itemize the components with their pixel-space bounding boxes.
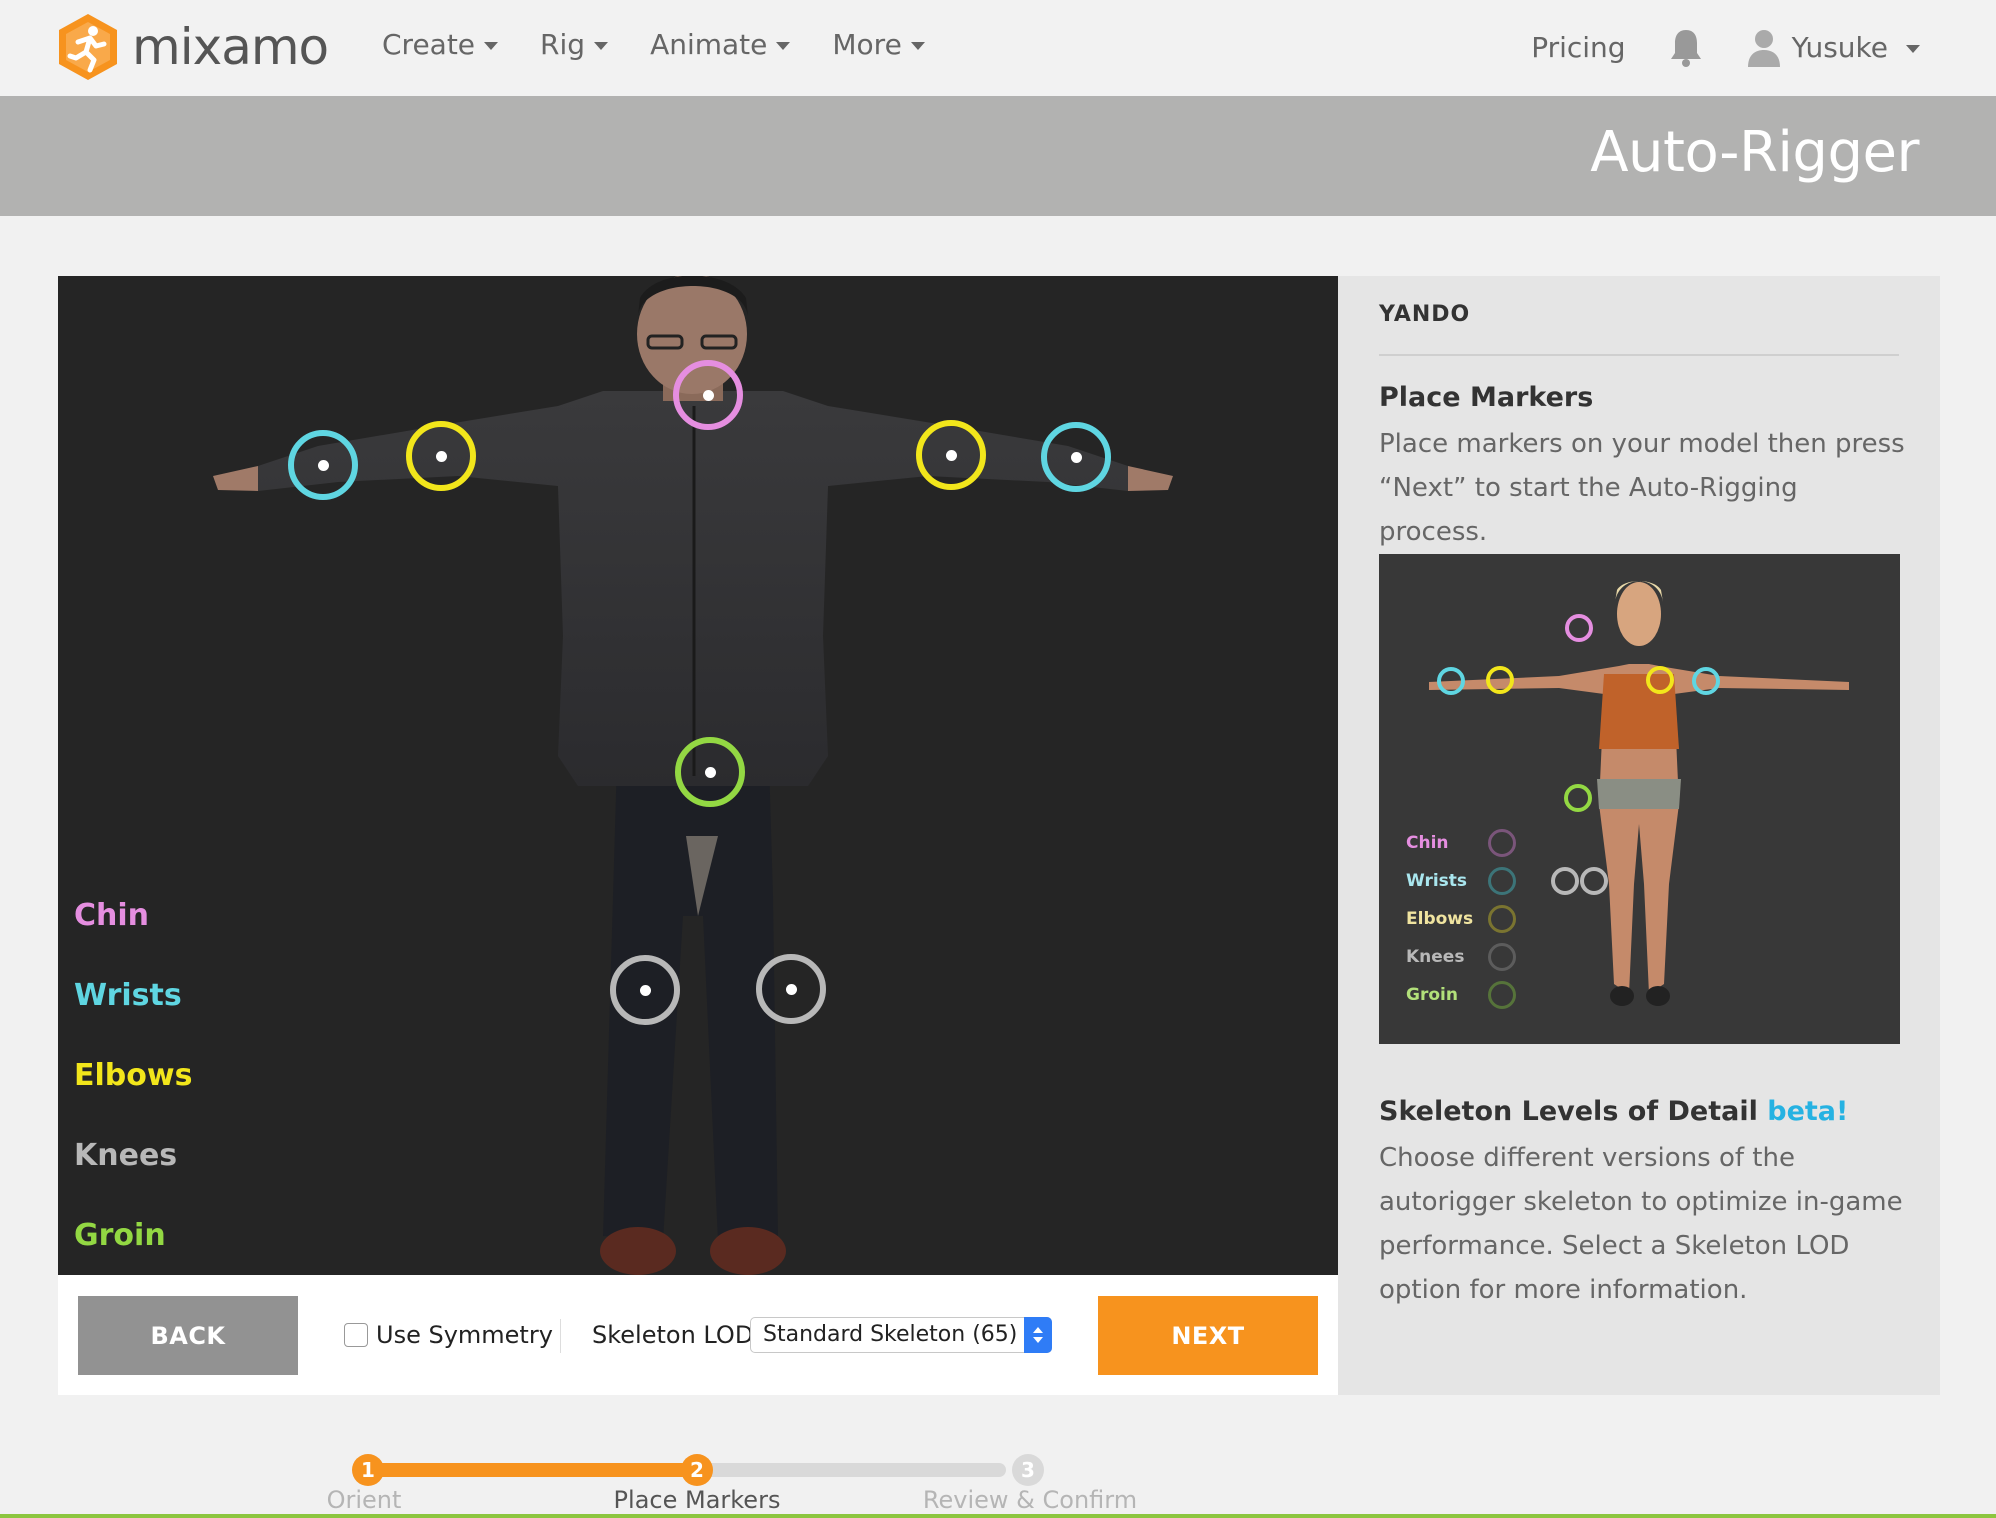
controls-divider	[560, 1319, 561, 1353]
user-avatar-icon	[1747, 30, 1780, 67]
step-2-indicator: 2	[681, 1454, 713, 1486]
page-title: Auto-Rigger	[1590, 120, 1919, 185]
ref-legend-knees: Knees	[1406, 947, 1465, 967]
step-1-indicator: 1	[352, 1454, 384, 1486]
chevron-down-icon	[776, 42, 791, 50]
left-wrist-marker[interactable]	[288, 430, 358, 500]
step-3-label: Review & Confirm	[922, 1486, 1138, 1514]
nav-rig-label: Rig	[540, 28, 586, 61]
ref-legend-row: Knees	[1406, 938, 1516, 976]
user-name: Yusuke	[1791, 30, 1888, 64]
step-progress: 1 2 3 Orient Place Markers Review & Conf…	[327, 1445, 1137, 1515]
chevron-down-icon	[910, 42, 925, 50]
legend-chin: Chin	[74, 898, 150, 933]
marker-legend: Chin Wrists Elbows Knees Groin	[74, 876, 192, 1275]
right-knee-marker[interactable]	[756, 954, 826, 1024]
next-button[interactable]: NEXT	[1098, 1296, 1318, 1375]
ref-legend-groin-ring	[1488, 981, 1516, 1009]
bell-icon[interactable]	[1666, 26, 1706, 68]
reference-legend: Chin Wrists Elbows Knees Groin	[1406, 824, 1516, 1014]
bottom-accent-line	[0, 1514, 1996, 1518]
ref-legend-row: Groin	[1406, 976, 1516, 1014]
right-wrist-marker[interactable]	[1041, 422, 1111, 492]
mixamo-logo-icon	[59, 14, 117, 80]
step-3-indicator: 3	[1012, 1454, 1044, 1486]
ref-left-wrist-marker	[1437, 667, 1465, 695]
nav-animate[interactable]: Animate	[650, 28, 791, 61]
ref-left-knee-marker	[1551, 867, 1579, 895]
ref-right-knee-marker	[1580, 867, 1608, 895]
logo-wordmark: mixamo	[132, 18, 329, 76]
legend-knees: Knees	[74, 1138, 178, 1173]
ref-legend-row: Chin	[1406, 824, 1516, 862]
ref-legend-chin: Chin	[1406, 833, 1449, 853]
skeleton-lod-select[interactable]: Standard Skeleton (65)	[750, 1317, 1052, 1353]
left-elbow-marker[interactable]	[406, 421, 476, 491]
ref-left-elbow-marker	[1486, 666, 1514, 694]
mixamo-logo[interactable]: mixamo	[56, 12, 329, 82]
panel-divider	[1379, 354, 1899, 356]
ref-legend-chin-ring	[1488, 829, 1516, 857]
model-name: YANDO	[1379, 302, 1471, 327]
nav-more-label: More	[832, 28, 902, 61]
nav-create[interactable]: Create	[382, 28, 499, 61]
ref-legend-row: Elbows	[1406, 900, 1516, 938]
nav-create-label: Create	[382, 28, 476, 61]
lod-heading: Skeleton Levels of Detail beta!	[1379, 1096, 1848, 1127]
page-header-band: Auto-Rigger	[0, 96, 1996, 216]
rig-controls: BACK Use Symmetry Skeleton LOD Standard …	[58, 1275, 1338, 1395]
chin-marker[interactable]	[673, 360, 743, 430]
groin-marker[interactable]	[675, 737, 745, 807]
lod-description: Choose different versions of the autorig…	[1379, 1143, 1903, 1305]
ref-legend-wrists-ring	[1488, 867, 1516, 895]
main-menu: Create Rig Animate More	[382, 28, 967, 61]
use-symmetry-checkbox[interactable]	[344, 1323, 368, 1347]
beta-badge: beta!	[1767, 1096, 1849, 1127]
select-stepper-icon	[1024, 1317, 1052, 1353]
pricing-link[interactable]: Pricing	[1531, 31, 1625, 64]
left-knee-marker[interactable]	[610, 955, 680, 1025]
ref-legend-row: Wrists	[1406, 862, 1516, 900]
legend-groin: Groin	[74, 1218, 166, 1253]
ref-right-wrist-marker	[1692, 667, 1720, 695]
progress-fill	[366, 1463, 700, 1477]
chevron-down-icon	[1906, 44, 1920, 53]
skeleton-lod-label: Skeleton LOD	[592, 1321, 754, 1349]
chevron-down-icon	[484, 42, 499, 50]
ref-legend-groin: Groin	[1406, 985, 1458, 1005]
right-elbow-marker[interactable]	[916, 420, 986, 490]
user-menu[interactable]: Yusuke	[1746, 27, 1920, 67]
skeleton-lod-value: Standard Skeleton (65)	[763, 1322, 1018, 1347]
legend-elbows: Elbows	[74, 1058, 193, 1093]
nav-rig[interactable]: Rig	[540, 28, 609, 61]
legend-wrists: Wrists	[74, 978, 182, 1013]
use-symmetry-label: Use Symmetry	[376, 1321, 553, 1349]
chevron-down-icon	[594, 42, 609, 50]
nav-more[interactable]: More	[832, 28, 925, 61]
ref-right-elbow-marker	[1646, 666, 1674, 694]
model-viewport[interactable]: Chin Wrists Elbows Knees Groin	[58, 276, 1338, 1275]
lod-heading-text: Skeleton Levels of Detail	[1379, 1096, 1758, 1127]
back-button[interactable]: BACK	[78, 1296, 298, 1375]
use-symmetry-toggle[interactable]: Use Symmetry	[344, 1321, 553, 1349]
ref-groin-marker	[1564, 784, 1592, 812]
ref-legend-elbows: Elbows	[1406, 909, 1474, 929]
top-nav: mixamo Create Rig Animate More Pricing Y…	[0, 0, 1996, 96]
step-2-label: Place Markers	[613, 1486, 781, 1514]
reference-image: Chin Wrists Elbows Knees Groin	[1379, 554, 1900, 1044]
ref-chin-marker	[1565, 614, 1593, 642]
ref-legend-knees-ring	[1488, 943, 1516, 971]
nav-right: Pricing Yusuke	[1531, 26, 1920, 68]
step-1-label: Orient	[326, 1486, 402, 1514]
place-markers-heading: Place Markers	[1379, 382, 1594, 413]
ref-legend-wrists: Wrists	[1406, 871, 1468, 891]
place-markers-text: Place markers on your model then press “…	[1379, 429, 1905, 547]
nav-animate-label: Animate	[650, 28, 768, 61]
info-panel: YANDO Place Markers Place markers on you…	[1338, 276, 1940, 1395]
ref-legend-elbows-ring	[1488, 905, 1516, 933]
